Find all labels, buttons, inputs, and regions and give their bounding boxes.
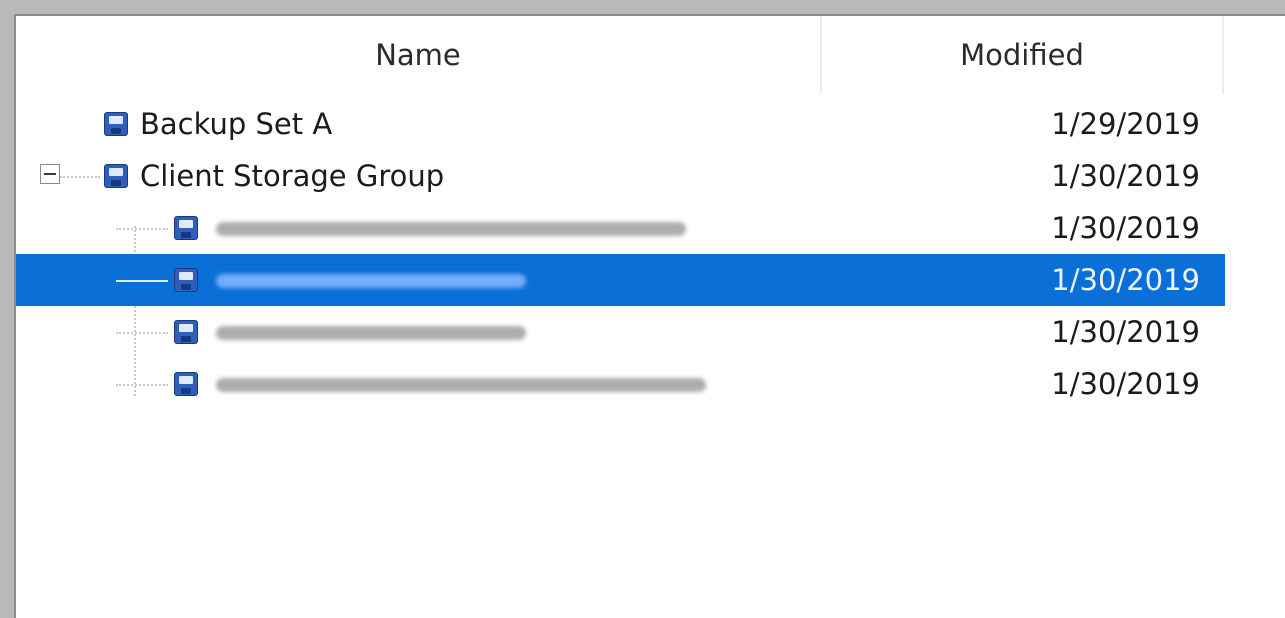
row-modified-date: 1/29/2019: [1051, 107, 1200, 141]
tree-row-backup-set-a[interactable]: Backup Set A 1/29/2019: [16, 98, 1225, 150]
tree-connector-line: [116, 280, 168, 282]
tree-row-child[interactable]: 1/30/2019: [16, 358, 1225, 410]
column-header-name[interactable]: Name: [16, 16, 820, 94]
tree-connector-line: [60, 176, 100, 178]
row-modified-date: 1/30/2019: [1051, 263, 1200, 297]
disk-icon: [104, 112, 128, 136]
collapse-toggle-icon[interactable]: [40, 164, 60, 184]
tree-row-client-storage-group[interactable]: Client Storage Group 1/30/2019: [16, 150, 1225, 202]
tree-row-child[interactable]: 1/30/2019: [16, 202, 1225, 254]
row-modified-date: 1/30/2019: [1051, 159, 1200, 193]
tree-connector-line: [116, 228, 168, 230]
column-separator[interactable]: [1222, 16, 1224, 94]
disk-icon: [174, 268, 198, 292]
row-label: Backup Set A: [140, 107, 333, 141]
tree-connector-line: [116, 332, 168, 334]
redacted-label: [216, 274, 526, 288]
column-header-bar: Name Modified: [16, 16, 1285, 94]
disk-icon: [174, 216, 198, 240]
row-label: Client Storage Group: [140, 159, 445, 193]
redacted-label: [216, 222, 686, 236]
disk-icon: [174, 320, 198, 344]
row-modified-date: 1/30/2019: [1051, 211, 1200, 245]
backup-tree-list: Name Modified Backup Set A 1/29/2019 Cli…: [14, 14, 1285, 618]
redacted-label: [216, 326, 526, 340]
column-header-modified[interactable]: Modified: [822, 16, 1222, 94]
row-modified-date: 1/30/2019: [1051, 367, 1200, 401]
tree-row-child[interactable]: 1/30/2019: [16, 306, 1225, 358]
disk-icon: [104, 164, 128, 188]
disk-icon: [174, 372, 198, 396]
redacted-label: [216, 378, 706, 392]
row-modified-date: 1/30/2019: [1051, 315, 1200, 349]
tree-connector-line: [116, 384, 168, 386]
tree-row-child-selected[interactable]: 1/30/2019: [16, 254, 1225, 306]
